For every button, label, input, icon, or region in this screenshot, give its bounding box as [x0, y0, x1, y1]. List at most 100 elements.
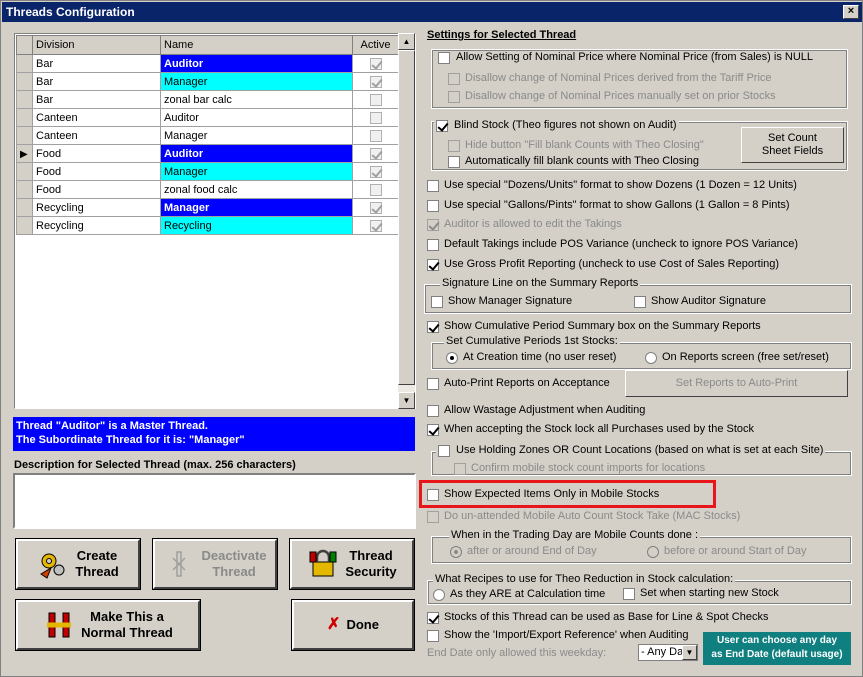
row-selector[interactable] [16, 180, 33, 199]
dozens-checkbox[interactable] [427, 180, 439, 192]
table-row[interactable]: Food Manager [16, 162, 399, 181]
row-selector[interactable] [16, 162, 33, 181]
cumulative-box-checkbox[interactable] [427, 321, 439, 333]
base-checks-checkbox[interactable] [427, 612, 439, 624]
name-cell[interactable]: Manager [160, 162, 353, 181]
wastage-checkbox[interactable] [427, 405, 439, 417]
division-cell[interactable]: Food [32, 144, 161, 163]
grid-vertical-scrollbar[interactable]: ▲ ▼ [398, 33, 415, 409]
row-selector[interactable] [16, 216, 33, 235]
mac-stocks-checkbox[interactable] [427, 511, 439, 523]
on-reports-radio[interactable] [645, 352, 657, 364]
import-export-checkbox[interactable] [427, 630, 439, 642]
disallow-manual-checkbox[interactable] [448, 91, 460, 103]
column-header-division[interactable]: Division [32, 35, 161, 55]
name-cell[interactable]: Auditor [160, 54, 353, 73]
blind-stock-checkbox[interactable] [436, 120, 448, 132]
table-row[interactable]: Bar zonal bar calc [16, 90, 399, 109]
active-checkbox[interactable] [369, 93, 382, 106]
threads-grid[interactable]: Division Name Active Bar Auditor Bar Manage… [14, 33, 416, 409]
auditor-signature-checkbox[interactable] [634, 296, 646, 308]
active-checkbox[interactable] [369, 75, 382, 88]
active-cell[interactable] [352, 162, 399, 181]
division-cell[interactable]: Canteen [32, 108, 161, 127]
at-creation-radio[interactable] [446, 352, 458, 364]
deactivate-thread-button[interactable]: Deactivate Thread [152, 538, 278, 590]
active-cell[interactable] [352, 180, 399, 199]
disallow-tariff-checkbox[interactable] [448, 73, 460, 85]
current-row-indicator-icon[interactable]: ▶ [16, 144, 33, 163]
row-selector[interactable] [16, 54, 33, 73]
set-auto-print-button[interactable]: Set Reports to Auto-Print [625, 370, 848, 397]
default-takings-checkbox[interactable] [427, 239, 439, 251]
name-cell[interactable]: Manager [160, 72, 353, 91]
auto-print-checkbox[interactable] [427, 378, 439, 390]
active-cell[interactable] [352, 126, 399, 145]
row-selector[interactable] [16, 108, 33, 127]
division-cell[interactable]: Canteen [32, 126, 161, 145]
active-cell[interactable] [352, 198, 399, 217]
name-cell[interactable]: Manager [160, 198, 353, 217]
scroll-down-icon[interactable]: ▼ [398, 392, 415, 409]
table-row[interactable]: Bar Manager [16, 72, 399, 91]
holding-zones-checkbox[interactable] [438, 445, 450, 457]
name-cell[interactable]: Auditor [160, 144, 353, 163]
gross-profit-checkbox[interactable] [427, 259, 439, 271]
row-selector[interactable] [16, 72, 33, 91]
row-selector[interactable] [16, 198, 33, 217]
description-textarea[interactable] [13, 473, 416, 529]
active-cell[interactable] [352, 90, 399, 109]
hide-fill-checkbox[interactable] [448, 140, 460, 152]
active-checkbox[interactable] [369, 57, 382, 70]
set-count-sheet-button[interactable]: Set Count Sheet Fields [741, 127, 844, 163]
active-checkbox[interactable] [369, 183, 382, 196]
confirm-mobile-checkbox[interactable] [454, 463, 466, 475]
weekday-dropdown[interactable]: - Any Day - ▼ [638, 644, 698, 661]
thread-security-button[interactable]: Thread Security [289, 538, 415, 590]
active-cell[interactable] [352, 54, 399, 73]
table-row[interactable]: Food zonal food calc [16, 180, 399, 199]
division-cell[interactable]: Bar [32, 54, 161, 73]
create-thread-button[interactable]: Create Thread [15, 538, 141, 590]
active-checkbox[interactable] [369, 201, 382, 214]
active-cell[interactable] [352, 72, 399, 91]
table-row[interactable]: Bar Auditor [16, 54, 399, 73]
auditor-takings-checkbox[interactable] [427, 219, 439, 231]
table-row[interactable]: Recycling Recycling [16, 216, 399, 235]
row-selector[interactable] [16, 126, 33, 145]
division-cell[interactable]: Bar [32, 90, 161, 109]
division-cell[interactable]: Recycling [32, 198, 161, 217]
name-cell[interactable]: zonal food calc [160, 180, 353, 199]
make-normal-thread-button[interactable]: Make This a Normal Thread [15, 599, 201, 651]
active-checkbox[interactable] [369, 165, 382, 178]
row-selector[interactable] [16, 90, 33, 109]
after-end-radio[interactable] [450, 546, 462, 558]
division-cell[interactable]: Recycling [32, 216, 161, 235]
active-cell[interactable] [352, 108, 399, 127]
division-cell[interactable]: Food [32, 180, 161, 199]
manager-signature-checkbox[interactable] [431, 296, 443, 308]
table-row[interactable]: Canteen Auditor [16, 108, 399, 127]
division-cell[interactable]: Bar [32, 72, 161, 91]
name-cell[interactable]: zonal bar calc [160, 90, 353, 109]
chevron-down-icon[interactable]: ▼ [682, 645, 697, 660]
column-header-name[interactable]: Name [160, 35, 353, 55]
table-row[interactable]: ▶ Food Auditor [16, 144, 399, 163]
active-checkbox[interactable] [369, 129, 382, 142]
as-they-are-radio[interactable] [433, 589, 445, 601]
active-cell[interactable] [352, 144, 399, 163]
column-header-active[interactable]: Active [352, 35, 399, 55]
active-checkbox[interactable] [369, 147, 382, 160]
name-cell[interactable]: Recycling [160, 216, 353, 235]
active-checkbox[interactable] [369, 219, 382, 232]
gallons-checkbox[interactable] [427, 200, 439, 212]
stock-lock-checkbox[interactable] [427, 424, 439, 436]
table-row[interactable]: Recycling Manager [16, 198, 399, 217]
allow-nominal-checkbox[interactable] [438, 52, 450, 64]
before-start-radio[interactable] [647, 546, 659, 558]
set-when-new-checkbox[interactable] [623, 588, 635, 600]
division-cell[interactable]: Food [32, 162, 161, 181]
done-button[interactable]: ✗ Done [291, 599, 415, 651]
scroll-up-icon[interactable]: ▲ [398, 33, 415, 50]
active-checkbox[interactable] [369, 111, 382, 124]
